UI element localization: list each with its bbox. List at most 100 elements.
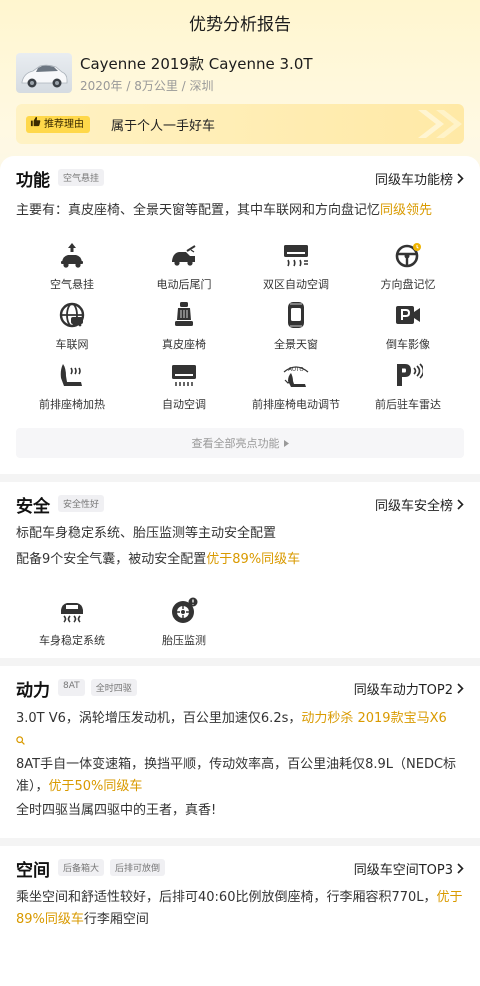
chevron-right-icon	[457, 173, 464, 184]
space-section: 空间 后备箱大 后排可放倒 同级车空间TOP3 乘坐空间和舒适性较好，后排可40…	[0, 846, 480, 986]
feature-label: 真皮座椅	[162, 338, 206, 351]
chevron-right-icon	[457, 499, 464, 510]
safety-line-2-highlight: 优于89%同级车	[206, 552, 301, 567]
feature-panoramic-sunroof[interactable]: 全景天窗	[240, 300, 352, 360]
view-all-features-button[interactable]: 查看全部亮点功能	[16, 428, 464, 458]
power-line-1-text: 3.0T V6，涡轮增压发动机，百公里加速仅6.2s，	[16, 711, 302, 726]
feature-label: 倒车影像	[386, 338, 430, 351]
recommend-reason-tag-label: 推荐理由	[44, 119, 84, 130]
feature-label: 全景天窗	[274, 338, 318, 351]
recommend-reason-tag: 推荐理由	[26, 116, 90, 133]
safety-tag: 安全性好	[58, 495, 105, 512]
thumbs-up-icon	[30, 116, 41, 133]
air-suspension-icon	[57, 240, 87, 270]
power-seat-icon: AUTO	[281, 360, 311, 390]
power-rank-link-label: 同级车动力TOP2	[353, 683, 453, 698]
car-name: Cayenne 2019款 Cayenne 3.0T	[80, 55, 313, 73]
feature-stability-control[interactable]: 车身稳定系统	[16, 596, 128, 648]
feature-label: 方向盘记忆	[380, 278, 436, 291]
feature-label: 前后驻车雷达	[375, 398, 441, 411]
function-description: 主要有：真皮座椅、全景天窗等配置，其中车联网和方向盘记忆同级领先	[16, 200, 464, 222]
feature-electric-tailgate[interactable]: 电动后尾门	[128, 240, 240, 300]
power-tags: 8AT 全时四驱	[58, 679, 137, 696]
steering-memory-icon	[393, 240, 423, 270]
power-section: 动力 8AT 全时四驱 同级车动力TOP2 3.0T V6，涡轮增压发动机，百公…	[0, 666, 480, 838]
reverse-camera-icon	[393, 300, 423, 330]
panoramic-sunroof-icon	[281, 300, 311, 330]
stability-control-icon	[57, 596, 87, 626]
function-section: 功能 空气悬挂 同级车功能榜 主要有：真皮座椅、全景天窗等配置，其中车联网和方向…	[0, 156, 480, 474]
dual-zone-ac-icon	[281, 240, 311, 270]
caret-right-icon	[283, 439, 289, 447]
safety-line-2: 配备9个安全气囊，被动安全配置优于89%同级车	[16, 549, 464, 571]
space-description: 乘坐空间和舒适性较好，后排可40:60比例放倒座椅，行李厢容积770L，优于89…	[16, 887, 464, 931]
feature-tire-pressure[interactable]: 胎压监测	[128, 596, 240, 648]
feature-dual-zone-ac[interactable]: 双区自动空调	[240, 240, 352, 300]
feature-auto-ac[interactable]: 自动空调	[128, 360, 240, 420]
function-desc-highlight: 同级领先	[380, 203, 433, 218]
chevron-right-icon	[457, 863, 464, 874]
decorative-arrows-icon	[418, 110, 462, 138]
car-summary[interactable]: Cayenne 2019款 Cayenne 3.0T 2020年 / 8万公里 …	[16, 53, 466, 97]
feature-label: 胎压监测	[162, 634, 206, 647]
feature-reverse-camera[interactable]: 倒车影像	[352, 300, 464, 360]
power-rank-link[interactable]: 同级车动力TOP2	[354, 679, 464, 698]
recommend-reason-text: 属于个人一手好车	[111, 119, 216, 134]
feature-connected-car[interactable]: 车联网	[16, 300, 128, 360]
search-icon[interactable]	[16, 736, 25, 745]
electric-tailgate-icon	[169, 240, 199, 270]
function-tags: 空气悬挂	[58, 169, 105, 186]
feature-label: 前排座椅电动调节	[252, 398, 340, 411]
space-tag: 后排可放倒	[110, 859, 166, 876]
space-rank-link[interactable]: 同级车空间TOP3	[354, 859, 464, 878]
car-thumbnail	[16, 53, 72, 93]
space-rank-link-label: 同级车空间TOP3	[353, 863, 453, 878]
function-rank-link-label: 同级车功能榜	[374, 173, 453, 188]
view-all-features-label: 查看全部亮点功能	[191, 437, 280, 450]
space-desc-suffix: 行李厢空间	[83, 912, 149, 927]
safety-rank-link-label: 同级车安全榜	[374, 499, 453, 514]
feature-seat-heating[interactable]: 前排座椅加热	[16, 360, 128, 420]
feature-steering-memory[interactable]: 方向盘记忆	[352, 240, 464, 300]
power-tag: 8AT	[58, 679, 85, 696]
safety-rank-link[interactable]: 同级车安全榜	[375, 495, 464, 514]
feature-label: 电动后尾门	[156, 278, 212, 291]
function-title: 功能	[16, 171, 50, 191]
function-feature-grid: 空气悬挂 电动后尾门 双区自动空调 方向盘记忆 车联网 真皮座椅 全景天窗 倒车…	[16, 240, 464, 420]
power-header: 动力 8AT 全时四驱 同级车动力TOP2	[16, 666, 464, 710]
space-tag: 后备箱大	[58, 859, 105, 876]
recommend-reason-bar: 推荐理由 属于个人一手好车	[16, 104, 464, 144]
feature-label: 车联网	[55, 338, 89, 351]
power-line-1: 3.0T V6，涡轮增压发动机，百公里加速仅6.2s，动力秒杀 2019款宝马X…	[16, 708, 464, 752]
chevron-right-icon	[457, 683, 464, 694]
safety-line-2-text: 配备9个安全气囊，被动安全配置	[16, 552, 207, 567]
feature-parking-radar[interactable]: 前后驻车雷达	[352, 360, 464, 420]
space-desc-text: 乘坐空间和舒适性较好，后排可40:60比例放倒座椅，行李厢容积770L，	[16, 890, 437, 905]
feature-leather-seat[interactable]: 真皮座椅	[128, 300, 240, 360]
feature-label: 车身稳定系统	[39, 634, 105, 647]
function-header: 功能 空气悬挂 同级车功能榜	[16, 156, 464, 200]
feature-power-seat[interactable]: AUTO 前排座椅电动调节	[240, 360, 352, 420]
function-desc-text: 主要有：真皮座椅、全景天窗等配置，其中车联网和方向盘记忆	[16, 203, 381, 218]
power-title: 动力	[16, 681, 50, 701]
power-tag: 全时四驱	[90, 679, 137, 696]
auto-ac-icon	[169, 360, 199, 390]
power-line-2-highlight: 优于50%同级车	[48, 779, 143, 794]
feature-label: 前排座椅加热	[39, 398, 105, 411]
safety-tags: 安全性好	[58, 495, 105, 512]
function-rank-link[interactable]: 同级车功能榜	[375, 169, 464, 188]
seat-heating-icon	[57, 360, 87, 390]
connected-car-icon	[57, 300, 87, 330]
svg-text:AUTO: AUTO	[288, 367, 304, 373]
feature-label: 自动空调	[162, 398, 206, 411]
feature-air-suspension[interactable]: 空气悬挂	[16, 240, 128, 300]
power-line-3: 全时四驱当属四驱中的王者，真香!	[16, 803, 217, 818]
safety-feature-grid: 车身稳定系统 胎压监测	[16, 596, 464, 648]
safety-title: 安全	[16, 497, 50, 517]
safety-line-1: 标配车身稳定系统、胎压监测等主动安全配置	[16, 526, 277, 541]
space-title: 空间	[16, 861, 50, 881]
tire-pressure-icon	[169, 596, 199, 626]
page-title: 优势分析报告	[189, 15, 291, 35]
function-tag: 空气悬挂	[58, 169, 105, 186]
feature-label: 双区自动空调	[263, 278, 329, 291]
